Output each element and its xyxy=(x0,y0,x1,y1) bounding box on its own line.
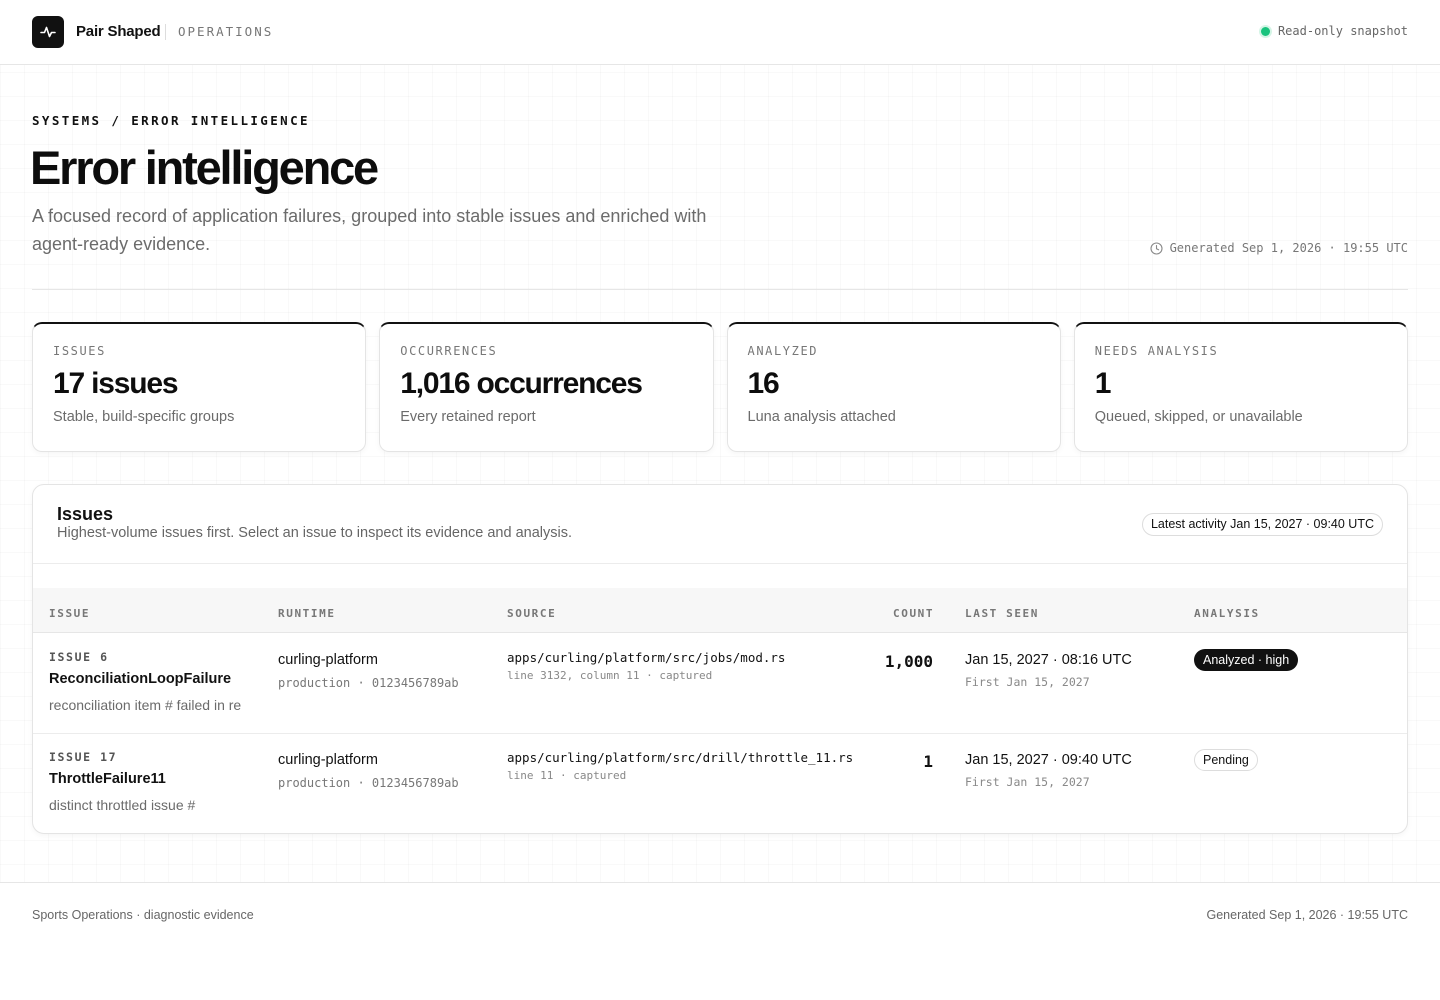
row-divider xyxy=(33,733,1407,734)
runtime-name: curling-platform xyxy=(278,752,378,768)
stat-label: ISSUES xyxy=(53,344,106,358)
issue-message: distinct throttled issue # xyxy=(49,797,196,813)
source-path: apps/curling/platform/src/jobs/mod.rs xyxy=(507,650,786,665)
runtime-meta: production · 0123456789ab xyxy=(278,776,459,790)
analysis-cell: Pending xyxy=(1194,749,1258,771)
issues-description: Highest-volume issues first. Select an i… xyxy=(57,525,572,541)
runtime-meta: production · 0123456789ab xyxy=(278,676,459,690)
table-header: ISSUE RUNTIME SOURCE COUNT LAST SEEN ANA… xyxy=(33,588,1407,633)
latest-activity-badge: Latest activity Jan 15, 2027 · 09:40 UTC xyxy=(1141,513,1383,536)
brand-logo[interactable] xyxy=(32,16,64,48)
stat-value: 1,016 occurrences xyxy=(400,367,643,400)
section-label: OPERATIONS xyxy=(178,24,274,39)
table-row[interactable]: ISSUE 6 ReconciliationLoopFailure reconc… xyxy=(33,633,1407,733)
issue-message: reconciliation item # failed in re xyxy=(49,697,242,713)
stat-value: 1 xyxy=(1094,367,1112,400)
occurrence-count: 1 xyxy=(923,752,933,771)
column-header-runtime: RUNTIME xyxy=(278,607,336,620)
pulse-icon xyxy=(40,26,56,38)
generated-label: Generated Sep 1, 2026 · 19:55 UTC xyxy=(1169,241,1408,255)
issue-name[interactable]: ThrottleFailure11 xyxy=(49,771,247,787)
analysis-status-badge: Pending xyxy=(1194,749,1258,771)
brand-name[interactable]: Pair Shaped xyxy=(76,23,161,40)
stat-value: 17 issues xyxy=(53,367,179,400)
issue-name[interactable]: ReconciliationLoopFailure xyxy=(49,671,247,687)
stat-subtitle: Queued, skipped, or unavailable xyxy=(1094,409,1303,425)
source-path: apps/curling/platform/src/drill/throttle… xyxy=(507,750,854,765)
last-seen-cell: Jan 15, 2027 · 09:40 UTC First Jan 15, 2… xyxy=(965,752,1132,789)
last-seen: Jan 15, 2027 · 08:16 UTC xyxy=(965,652,1132,668)
source-meta: line 3132, column 11 · captured xyxy=(507,669,713,682)
source-cell: apps/curling/platform/src/jobs/mod.rs li… xyxy=(507,650,785,682)
brand-divider xyxy=(165,24,166,40)
column-header-count: COUNT xyxy=(893,607,935,620)
stat-subtitle: Stable, build-specific groups xyxy=(53,409,235,425)
issue-number: ISSUE 17 xyxy=(49,750,118,764)
stat-label: OCCURRENCES xyxy=(400,344,498,358)
runtime-cell: curling-platform production · 0123456789… xyxy=(278,652,459,690)
stat-value: 16 xyxy=(747,367,780,400)
footer-caption: Sports Operations · diagnostic evidence xyxy=(32,908,254,922)
stat-card-needs-analysis: NEEDS ANALYSIS 1 Queued, skipped, or una… xyxy=(1073,322,1408,452)
stats-row: ISSUES 17 issues Stable, build-specific … xyxy=(32,322,1408,452)
snapshot-label: Read-only snapshot xyxy=(1277,24,1408,38)
last-seen: Jan 15, 2027 · 09:40 UTC xyxy=(965,752,1132,768)
stat-subtitle: Every retained report xyxy=(400,409,536,425)
breadcrumb: SYSTEMS / ERROR INTELLIGENCE xyxy=(32,113,310,128)
column-header-source: SOURCE xyxy=(507,607,557,620)
stat-card-analyzed: ANALYZED 16 Luna analysis attached xyxy=(726,322,1061,452)
generated-timestamp: Generated Sep 1, 2026 · 19:55 UTC xyxy=(1150,241,1408,255)
column-header-last-seen: LAST SEEN xyxy=(965,607,1040,620)
clock-icon xyxy=(1150,241,1163,255)
stat-label: NEEDS ANALYSIS xyxy=(1094,344,1219,358)
issue-cell: ISSUE 17 ThrottleFailure11 distinct thro… xyxy=(49,750,247,813)
panel-divider xyxy=(33,563,1407,564)
table-row[interactable]: ISSUE 17 ThrottleFailure11 distinct thro… xyxy=(33,733,1407,833)
issue-cell: ISSUE 6 ReconciliationLoopFailure reconc… xyxy=(49,650,247,713)
runtime-cell: curling-platform production · 0123456789… xyxy=(278,752,459,790)
last-seen-cell: Jan 15, 2027 · 08:16 UTC First Jan 15, 2… xyxy=(965,652,1132,689)
analysis-status-badge: Analyzed · high xyxy=(1194,649,1299,671)
issues-title: Issues xyxy=(57,504,114,524)
top-bar: Pair Shaped OPERATIONS Read-only snapsho… xyxy=(0,0,1440,65)
status-dot-icon xyxy=(1260,26,1270,36)
source-cell: apps/curling/platform/src/drill/throttle… xyxy=(507,750,853,782)
footer: Sports Operations · diagnostic evidence … xyxy=(0,882,1440,1000)
section-divider xyxy=(32,289,1408,290)
column-header-issue: ISSUE xyxy=(49,607,91,620)
analysis-cell: Analyzed · high xyxy=(1194,649,1299,671)
stat-subtitle: Luna analysis attached xyxy=(747,409,896,425)
issues-panel: Issues Highest-volume issues first. Sele… xyxy=(32,484,1408,834)
stat-label: ANALYZED xyxy=(747,344,819,358)
stat-card-issues: ISSUES 17 issues Stable, build-specific … xyxy=(32,322,367,452)
column-header-analysis: ANALYSIS xyxy=(1194,607,1260,620)
source-meta: line 11 · captured xyxy=(507,769,627,782)
issue-number: ISSUE 6 xyxy=(49,650,109,664)
page-description: A focused record of application failures… xyxy=(32,206,707,254)
first-seen: First Jan 15, 2027 xyxy=(965,675,1090,689)
footer-generated: Generated Sep 1, 2026 · 19:55 UTC xyxy=(1206,908,1408,922)
snapshot-status: Read-only snapshot xyxy=(1260,24,1408,38)
first-seen: First Jan 15, 2027 xyxy=(965,775,1090,789)
stat-card-occurrences: OCCURRENCES 1,016 occurrences Every reta… xyxy=(379,322,714,452)
page-title: Error intelligence xyxy=(30,141,379,194)
occurrence-count: 1,000 xyxy=(884,652,933,671)
runtime-name: curling-platform xyxy=(278,652,378,668)
